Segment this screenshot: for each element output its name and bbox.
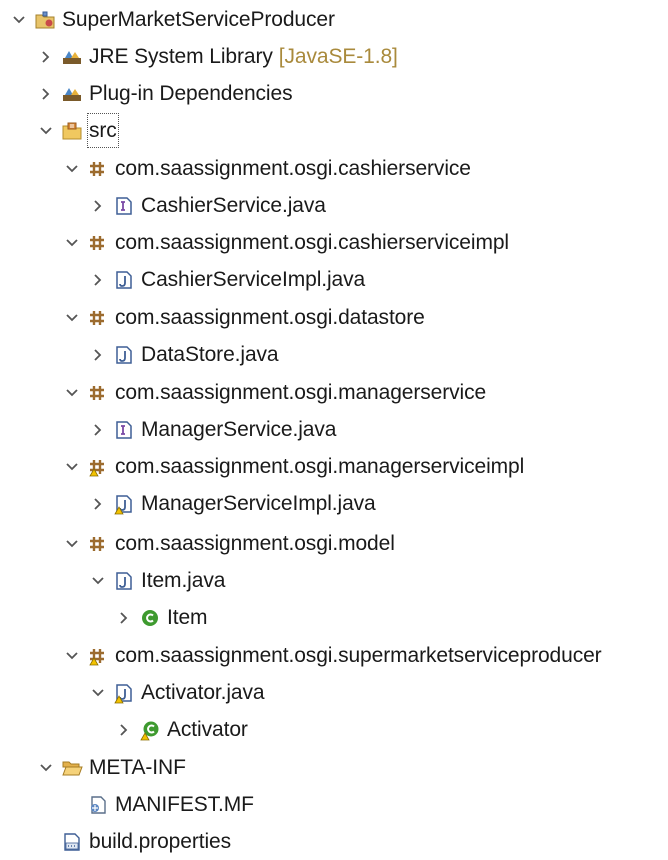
tree-item-label: SuperMarketServiceProducer bbox=[62, 8, 335, 31]
tree-item-java-file[interactable]: DataStore.java bbox=[89, 336, 279, 373]
tree-item-label: Item bbox=[167, 606, 208, 629]
jre-version-decoration: [JavaSE-1.8] bbox=[278, 45, 398, 68]
tree-item-label: ManagerService.java bbox=[141, 418, 337, 441]
package-icon bbox=[87, 307, 109, 329]
tree-item-java-file[interactable]: CashierService.java bbox=[89, 187, 326, 224]
tree-item-jre-library[interactable]: JRE System Library [JavaSE-1.8] bbox=[37, 38, 398, 75]
tree-item-label: build.properties bbox=[89, 830, 231, 853]
chevron-down-icon[interactable] bbox=[63, 160, 81, 178]
java-file-icon bbox=[113, 269, 135, 291]
java-file-warning-icon bbox=[113, 682, 135, 704]
project-explorer-tree: SuperMarketServiceProducer JRE System Li… bbox=[0, 0, 668, 856]
tree-item-src[interactable]: src bbox=[37, 112, 120, 149]
library-icon bbox=[61, 46, 83, 68]
tree-item-label: com.saassignment.osgi.managerservice bbox=[115, 381, 487, 404]
package-icon bbox=[87, 382, 109, 404]
properties-file-icon bbox=[61, 831, 83, 853]
tree-item-label: com.saassignment.osgi.model bbox=[115, 532, 395, 555]
class-warning-icon bbox=[139, 719, 161, 741]
tree-item-package[interactable]: com.saassignment.osgi.datastore bbox=[63, 299, 425, 336]
tree-item-class[interactable]: Item bbox=[115, 599, 208, 636]
tree-item-label: CashierService.java bbox=[141, 194, 326, 217]
chevron-down-icon[interactable] bbox=[63, 535, 81, 553]
chevron-down-icon[interactable] bbox=[89, 684, 107, 702]
tree-item-label: MANIFEST.MF bbox=[115, 793, 254, 816]
tree-item-label: Item.java bbox=[141, 569, 226, 592]
chevron-down-icon[interactable] bbox=[37, 759, 55, 777]
tree-item-label: DataStore.java bbox=[141, 343, 279, 366]
java-file-warning-icon bbox=[113, 493, 135, 515]
tree-item-package[interactable]: com.saassignment.osgi.managerservice bbox=[63, 374, 486, 411]
chevron-down-icon[interactable] bbox=[63, 647, 81, 665]
tree-item-meta-inf[interactable]: META-INF bbox=[37, 749, 186, 786]
java-interface-file-icon bbox=[113, 419, 135, 441]
tree-item-label: com.saassignment.osgi.cashierservice bbox=[115, 157, 471, 180]
tree-item-label: com.saassignment.osgi.supermarketservice… bbox=[115, 644, 602, 667]
tree-item-java-file[interactable]: ManagerService.java bbox=[89, 411, 336, 448]
tree-item-build-properties[interactable]: build.properties bbox=[37, 823, 231, 860]
tree-item-package[interactable]: com.saassignment.osgi.cashierserviceimpl bbox=[63, 224, 509, 261]
library-icon bbox=[61, 83, 83, 105]
tree-item-label: Activator.java bbox=[141, 681, 265, 704]
chevron-right-icon[interactable] bbox=[115, 721, 133, 739]
tree-item-label: com.saassignment.osgi.cashierserviceimpl bbox=[115, 231, 509, 254]
tree-item-package[interactable]: com.saassignment.osgi.managerserviceimpl bbox=[63, 448, 524, 485]
chevron-right-icon[interactable] bbox=[89, 346, 107, 364]
package-icon bbox=[87, 533, 109, 555]
chevron-right-icon[interactable] bbox=[115, 609, 133, 627]
tree-item-label: Activator bbox=[167, 718, 248, 741]
manifest-file-icon bbox=[87, 794, 109, 816]
package-warning-icon bbox=[87, 645, 109, 667]
tree-item-label: Plug-in Dependencies bbox=[89, 82, 293, 105]
tree-item-label: com.saassignment.osgi.datastore bbox=[115, 306, 425, 329]
package-icon bbox=[87, 158, 109, 180]
chevron-down-icon[interactable] bbox=[37, 122, 55, 140]
tree-item-label: src bbox=[86, 112, 120, 149]
chevron-down-icon[interactable] bbox=[63, 458, 81, 476]
chevron-down-icon[interactable] bbox=[89, 572, 107, 590]
package-warning-icon bbox=[87, 456, 109, 478]
tree-item-project[interactable]: SuperMarketServiceProducer bbox=[10, 1, 335, 38]
tree-item-label: ManagerServiceImpl.java bbox=[141, 492, 376, 515]
tree-item-label: JRE System Library bbox=[89, 45, 273, 68]
chevron-down-icon[interactable] bbox=[63, 384, 81, 402]
tree-item-java-file[interactable]: Activator.java bbox=[89, 674, 265, 711]
chevron-right-icon[interactable] bbox=[37, 85, 55, 103]
chevron-right-icon[interactable] bbox=[89, 421, 107, 439]
java-interface-file-icon bbox=[113, 195, 135, 217]
source-folder-icon bbox=[61, 120, 83, 142]
tree-item-package[interactable]: com.saassignment.osgi.cashierservice bbox=[63, 150, 471, 187]
chevron-down-icon[interactable] bbox=[63, 309, 81, 327]
tree-item-manifest[interactable]: MANIFEST.MF bbox=[63, 786, 254, 823]
tree-item-package[interactable]: com.saassignment.osgi.supermarketservice… bbox=[63, 637, 602, 674]
chevron-right-icon[interactable] bbox=[89, 197, 107, 215]
chevron-right-icon[interactable] bbox=[89, 271, 107, 289]
chevron-down-icon[interactable] bbox=[10, 11, 28, 29]
tree-item-java-file[interactable]: ManagerServiceImpl.java bbox=[89, 485, 376, 522]
tree-item-label: com.saassignment.osgi.managerserviceimpl bbox=[115, 455, 525, 478]
tree-item-class[interactable]: Activator bbox=[115, 711, 248, 748]
folder-open-icon bbox=[61, 757, 83, 779]
plugin-project-icon bbox=[34, 9, 56, 31]
package-icon bbox=[87, 232, 109, 254]
java-file-icon bbox=[113, 344, 135, 366]
tree-item-label: META-INF bbox=[89, 756, 186, 779]
tree-item-plugin-dependencies[interactable]: Plug-in Dependencies bbox=[37, 75, 293, 112]
tree-item-java-file[interactable]: Item.java bbox=[89, 562, 225, 599]
tree-item-label: CashierServiceImpl.java bbox=[141, 268, 366, 291]
tree-item-package[interactable]: com.saassignment.osgi.model bbox=[63, 525, 395, 562]
tree-item-java-file[interactable]: CashierServiceImpl.java bbox=[89, 261, 365, 298]
chevron-right-icon[interactable] bbox=[89, 495, 107, 513]
chevron-right-icon[interactable] bbox=[37, 48, 55, 66]
class-icon bbox=[139, 607, 161, 629]
chevron-down-icon[interactable] bbox=[63, 234, 81, 252]
java-file-icon bbox=[113, 570, 135, 592]
